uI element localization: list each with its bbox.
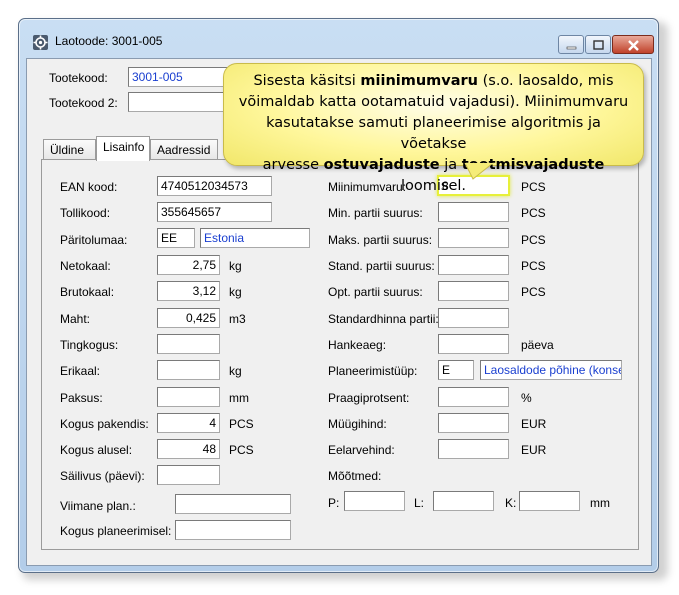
dim-l-field[interactable]: [433, 491, 494, 511]
tab-uldine[interactable]: Üldine: [43, 139, 96, 160]
kogus-planeerimisel-label: Kogus planeerimisel:: [60, 524, 172, 538]
dim-k-label: K:: [505, 496, 517, 510]
help-callout: Sisesta käsitsi miinimumvaru (s.o. laosa…: [223, 63, 644, 194]
brutokaal-unit: kg: [229, 285, 242, 299]
netokaal-field[interactable]: 2,75: [157, 255, 220, 275]
tootekood2-label: Tootekood 2:: [49, 96, 118, 110]
praagiprotsent-label: Praagiprotsent:: [328, 391, 410, 405]
dim-p-label: P:: [328, 496, 340, 510]
callout-line-1: Sisesta käsitsi miinimumvaru (s.o. laosa…: [253, 73, 614, 89]
tootekood-label: Tootekood:: [49, 71, 108, 85]
eelarvehind-field[interactable]: [438, 439, 509, 459]
sailivus-label: Säilivus (päevi):: [60, 469, 145, 483]
planeerimistyyp-name-field: Laosaldode põhine (konse: [480, 360, 622, 380]
ean-label: EAN kood:: [60, 180, 118, 194]
paksus-label: Paksus:: [60, 391, 103, 405]
paritolumaa-code-field[interactable]: EE: [157, 228, 195, 248]
tab-aadressid[interactable]: Aadressid: [150, 139, 218, 160]
tollikood-label: Tollikood:: [60, 206, 111, 220]
stand-partii-field[interactable]: [438, 255, 509, 275]
hankeaeg-unit: päeva: [521, 338, 554, 352]
kogus-alusel-label: Kogus alusel:: [60, 443, 133, 457]
callout-line-4: arvesse ostuvajaduste ja tootmisvajadust…: [262, 157, 605, 194]
opt-partii-field[interactable]: [438, 281, 509, 301]
kogus-planeerimisel-field[interactable]: [175, 520, 291, 540]
viimane-plan-label: Viimane plan.:: [60, 499, 136, 513]
callout-pointer: [464, 163, 494, 180]
paritolumaa-name-field: Estonia: [200, 228, 310, 248]
tootekood2-field[interactable]: [128, 92, 228, 112]
muugihind-label: Müügihind:: [328, 417, 387, 431]
min-partii-unit: PCS: [521, 206, 546, 220]
planeerimistyyp-label: Planeerimistüüp:: [328, 364, 418, 378]
window-title: Laotoode: 3001-005: [55, 34, 163, 48]
dim-k-field[interactable]: [519, 491, 580, 511]
dim-p-field[interactable]: [344, 491, 405, 511]
maks-partii-unit: PCS: [521, 233, 546, 247]
kogus-pakendis-field[interactable]: 4: [157, 413, 220, 433]
muugihind-field[interactable]: [438, 413, 509, 433]
standardhinna-partii-label: Standardhinna partii:: [328, 312, 439, 326]
netokaal-label: Netokaal:: [60, 259, 111, 273]
tingkogus-label: Tingkogus:: [60, 338, 119, 352]
close-icon: [628, 40, 639, 51]
stand-partii-label: Stand. partii suurus:: [328, 259, 435, 273]
minimize-icon: [566, 46, 577, 50]
min-partii-label: Min. partii suurus:: [328, 206, 423, 220]
dims-unit: mm: [590, 496, 610, 510]
erikaal-label: Erikaal:: [60, 364, 101, 378]
netokaal-unit: kg: [229, 259, 242, 273]
kogus-alusel-unit: PCS: [229, 443, 254, 457]
erikaal-field[interactable]: [157, 360, 220, 380]
brutokaal-label: Brutokaal:: [60, 285, 115, 299]
callout-line-2: võimaldab katta ootamatuid vajadusi). Mi…: [238, 94, 629, 110]
kogus-pakendis-unit: PCS: [229, 417, 254, 431]
callout-line-3: kasutatakse samuti planeerimise algoritm…: [266, 115, 601, 152]
minimize-button[interactable]: [558, 35, 584, 54]
viimane-plan-field[interactable]: [175, 494, 291, 514]
stand-partii-unit: PCS: [521, 259, 546, 273]
maht-unit: m3: [229, 312, 246, 326]
maks-partii-field[interactable]: [438, 228, 509, 248]
kogus-pakendis-label: Kogus pakendis:: [60, 417, 149, 431]
dim-l-label: L:: [414, 496, 425, 510]
app-icon: [33, 35, 48, 50]
paksus-unit: mm: [229, 391, 249, 405]
maximize-button[interactable]: [585, 35, 611, 54]
kogus-alusel-field[interactable]: 48: [157, 439, 220, 459]
opt-partii-label: Opt. partii suurus:: [328, 285, 423, 299]
planeerimistyyp-code-field[interactable]: E: [438, 360, 474, 380]
maht-field[interactable]: 0,425: [157, 308, 220, 328]
opt-partii-unit: PCS: [521, 285, 546, 299]
maks-partii-label: Maks. partii suurus:: [328, 233, 433, 247]
brutokaal-field[interactable]: 3,12: [157, 281, 220, 301]
paritolumaa-label: Päritolumaa:: [60, 233, 128, 247]
eelarvehind-unit: EUR: [521, 443, 547, 457]
erikaal-unit: kg: [229, 364, 242, 378]
tingkogus-field[interactable]: [157, 334, 220, 354]
praagiprotsent-field[interactable]: [438, 387, 509, 407]
maximize-icon: [593, 40, 604, 50]
tollikood-field[interactable]: 355645657: [157, 202, 272, 222]
close-button[interactable]: [612, 35, 654, 54]
sailivus-field[interactable]: [157, 465, 220, 485]
praagiprotsent-unit: %: [521, 391, 532, 405]
paksus-field[interactable]: [157, 387, 220, 407]
hankeaeg-label: Hankeaeg:: [328, 338, 387, 352]
maht-label: Maht:: [60, 312, 91, 326]
tab-lisainfo[interactable]: Lisainfo: [96, 136, 150, 161]
standardhinna-partii-field[interactable]: [438, 308, 509, 328]
tootekood-field[interactable]: 3001-005: [128, 67, 228, 87]
min-partii-field[interactable]: [438, 202, 509, 222]
title-bar[interactable]: Laotoode: 3001-005: [19, 19, 658, 54]
eelarvehind-label: Eelarvehind:: [328, 443, 395, 457]
mootmed-label: Mõõtmed:: [328, 469, 382, 483]
hankeaeg-field[interactable]: [438, 334, 509, 354]
muugihind-unit: EUR: [521, 417, 547, 431]
